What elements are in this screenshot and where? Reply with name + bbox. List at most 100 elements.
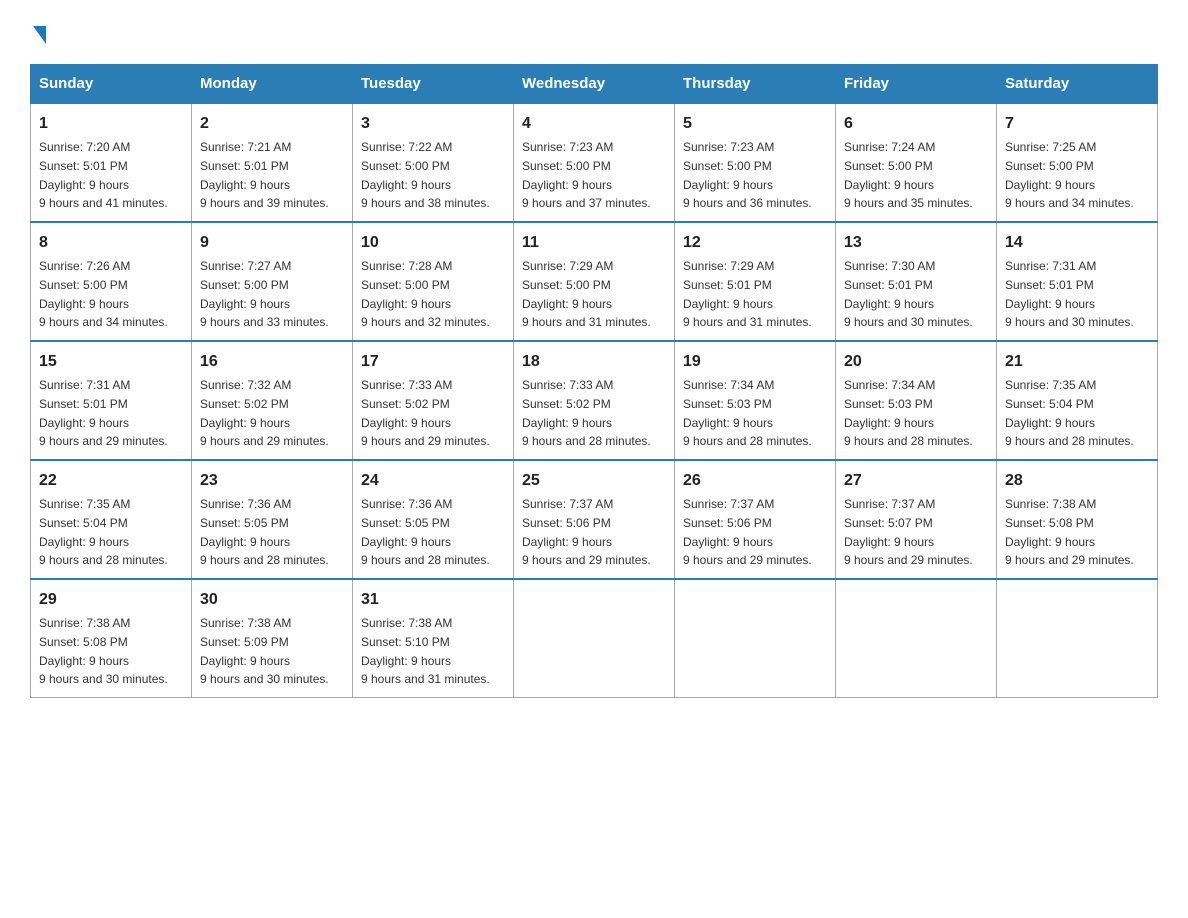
header-cell-thursday: Thursday bbox=[675, 65, 836, 104]
header-cell-saturday: Saturday bbox=[997, 65, 1158, 104]
week-row-3: 15 Sunrise: 7:31 AMSunset: 5:01 PMDayligh… bbox=[31, 341, 1158, 460]
day-cell: 13 Sunrise: 7:30 AMSunset: 5:01 PMDayligh… bbox=[836, 222, 997, 341]
day-cell: 30 Sunrise: 7:38 AMSunset: 5:09 PMDayligh… bbox=[192, 579, 353, 698]
day-cell: 22Sunrise: 7:35 AMSunset: 5:04 PMDayligh… bbox=[31, 460, 192, 579]
day-info: Sunrise: 7:34 AMSunset: 5:03 PMDaylight:… bbox=[844, 378, 973, 448]
calendar-header: SundayMondayTuesdayWednesdayThursdayFrid… bbox=[31, 65, 1158, 104]
day-info: Sunrise: 7:38 AMSunset: 5:10 PMDaylight:… bbox=[361, 616, 490, 686]
day-info: Sunrise: 7:37 AMSunset: 5:07 PMDaylight:… bbox=[844, 497, 973, 567]
day-info: Sunrise: 7:38 AMSunset: 5:08 PMDaylight:… bbox=[1005, 497, 1134, 567]
day-cell: 21 Sunrise: 7:35 AMSunset: 5:04 PMDayligh… bbox=[997, 341, 1158, 460]
day-number: 23 bbox=[200, 469, 344, 493]
day-number: 3 bbox=[361, 112, 505, 136]
day-info: Sunrise: 7:35 AMSunset: 5:04 PMDaylight:… bbox=[1005, 378, 1134, 448]
day-cell: 28 Sunrise: 7:38 AMSunset: 5:08 PMDayligh… bbox=[997, 460, 1158, 579]
day-cell: 12 Sunrise: 7:29 AMSunset: 5:01 PMDayligh… bbox=[675, 222, 836, 341]
day-info: Sunrise: 7:33 AMSunset: 5:02 PMDaylight:… bbox=[361, 378, 490, 448]
day-cell: 4 Sunrise: 7:23 AMSunset: 5:00 PMDaylight… bbox=[514, 103, 675, 222]
day-cell: 15 Sunrise: 7:31 AMSunset: 5:01 PMDayligh… bbox=[31, 341, 192, 460]
day-cell: 26 Sunrise: 7:37 AMSunset: 5:06 PMDayligh… bbox=[675, 460, 836, 579]
header-cell-tuesday: Tuesday bbox=[353, 65, 514, 104]
day-cell: 14Sunrise: 7:31 AMSunset: 5:01 PMDayligh… bbox=[997, 222, 1158, 341]
day-number: 2 bbox=[200, 112, 344, 136]
day-info: Sunrise: 7:31 AMSunset: 5:01 PMDaylight:… bbox=[1005, 259, 1134, 329]
day-info: Sunrise: 7:24 AMSunset: 5:00 PMDaylight:… bbox=[844, 140, 973, 210]
day-cell: 3 Sunrise: 7:22 AMSunset: 5:00 PMDaylight… bbox=[353, 103, 514, 222]
day-cell: 5Sunrise: 7:23 AMSunset: 5:00 PMDaylight… bbox=[675, 103, 836, 222]
day-cell: 8Sunrise: 7:26 AMSunset: 5:00 PMDaylight… bbox=[31, 222, 192, 341]
day-cell: 17Sunrise: 7:33 AMSunset: 5:02 PMDayligh… bbox=[353, 341, 514, 460]
day-number: 15 bbox=[39, 350, 183, 374]
day-number: 19 bbox=[683, 350, 827, 374]
day-number: 12 bbox=[683, 231, 827, 255]
day-cell: 7Sunrise: 7:25 AMSunset: 5:00 PMDaylight… bbox=[997, 103, 1158, 222]
week-row-5: 29 Sunrise: 7:38 AMSunset: 5:08 PMDayligh… bbox=[31, 579, 1158, 698]
day-info: Sunrise: 7:37 AMSunset: 5:06 PMDaylight:… bbox=[683, 497, 812, 567]
day-cell: 10Sunrise: 7:28 AMSunset: 5:00 PMDayligh… bbox=[353, 222, 514, 341]
day-number: 30 bbox=[200, 588, 344, 612]
day-info: Sunrise: 7:31 AMSunset: 5:01 PMDaylight:… bbox=[39, 378, 168, 448]
day-number: 4 bbox=[522, 112, 666, 136]
day-number: 9 bbox=[200, 231, 344, 255]
day-number: 24 bbox=[361, 469, 505, 493]
day-cell: 23 Sunrise: 7:36 AMSunset: 5:05 PMDayligh… bbox=[192, 460, 353, 579]
day-number: 16 bbox=[200, 350, 344, 374]
day-number: 22 bbox=[39, 469, 183, 493]
day-cell bbox=[675, 579, 836, 698]
day-cell: 29 Sunrise: 7:38 AMSunset: 5:08 PMDayligh… bbox=[31, 579, 192, 698]
day-cell: 18 Sunrise: 7:33 AMSunset: 5:02 PMDayligh… bbox=[514, 341, 675, 460]
week-row-4: 22Sunrise: 7:35 AMSunset: 5:04 PMDayligh… bbox=[31, 460, 1158, 579]
day-number: 11 bbox=[522, 231, 666, 255]
day-number: 8 bbox=[39, 231, 183, 255]
header-cell-monday: Monday bbox=[192, 65, 353, 104]
week-row-1: 1Sunrise: 7:20 AMSunset: 5:01 PMDaylight… bbox=[31, 103, 1158, 222]
day-info: Sunrise: 7:21 AMSunset: 5:01 PMDaylight:… bbox=[200, 140, 329, 210]
day-info: Sunrise: 7:34 AMSunset: 5:03 PMDaylight:… bbox=[683, 378, 812, 448]
day-cell: 20 Sunrise: 7:34 AMSunset: 5:03 PMDayligh… bbox=[836, 341, 997, 460]
day-number: 21 bbox=[1005, 350, 1149, 374]
day-info: Sunrise: 7:23 AMSunset: 5:00 PMDaylight:… bbox=[522, 140, 651, 210]
day-cell bbox=[997, 579, 1158, 698]
day-info: Sunrise: 7:29 AMSunset: 5:01 PMDaylight:… bbox=[683, 259, 812, 329]
day-info: Sunrise: 7:22 AMSunset: 5:00 PMDaylight:… bbox=[361, 140, 490, 210]
day-number: 5 bbox=[683, 112, 827, 136]
day-cell: 1Sunrise: 7:20 AMSunset: 5:01 PMDaylight… bbox=[31, 103, 192, 222]
day-info: Sunrise: 7:37 AMSunset: 5:06 PMDaylight:… bbox=[522, 497, 651, 567]
day-info: Sunrise: 7:30 AMSunset: 5:01 PMDaylight:… bbox=[844, 259, 973, 329]
day-cell: 31 Sunrise: 7:38 AMSunset: 5:10 PMDayligh… bbox=[353, 579, 514, 698]
day-info: Sunrise: 7:36 AMSunset: 5:05 PMDaylight:… bbox=[361, 497, 490, 567]
calendar-table: SundayMondayTuesdayWednesdayThursdayFrid… bbox=[30, 64, 1158, 698]
day-number: 27 bbox=[844, 469, 988, 493]
header-row: SundayMondayTuesdayWednesdayThursdayFrid… bbox=[31, 65, 1158, 104]
header-cell-sunday: Sunday bbox=[31, 65, 192, 104]
day-number: 26 bbox=[683, 469, 827, 493]
day-number: 20 bbox=[844, 350, 988, 374]
header bbox=[30, 20, 1158, 44]
week-row-2: 8Sunrise: 7:26 AMSunset: 5:00 PMDaylight… bbox=[31, 222, 1158, 341]
day-number: 25 bbox=[522, 469, 666, 493]
header-cell-wednesday: Wednesday bbox=[514, 65, 675, 104]
logo bbox=[30, 20, 46, 44]
day-number: 28 bbox=[1005, 469, 1149, 493]
day-info: Sunrise: 7:36 AMSunset: 5:05 PMDaylight:… bbox=[200, 497, 329, 567]
calendar-body: 1Sunrise: 7:20 AMSunset: 5:01 PMDaylight… bbox=[31, 103, 1158, 698]
day-number: 18 bbox=[522, 350, 666, 374]
header-cell-friday: Friday bbox=[836, 65, 997, 104]
day-cell: 25 Sunrise: 7:37 AMSunset: 5:06 PMDayligh… bbox=[514, 460, 675, 579]
day-info: Sunrise: 7:38 AMSunset: 5:08 PMDaylight:… bbox=[39, 616, 168, 686]
day-cell: 11Sunrise: 7:29 AMSunset: 5:00 PMDayligh… bbox=[514, 222, 675, 341]
day-number: 29 bbox=[39, 588, 183, 612]
day-info: Sunrise: 7:32 AMSunset: 5:02 PMDaylight:… bbox=[200, 378, 329, 448]
day-info: Sunrise: 7:38 AMSunset: 5:09 PMDaylight:… bbox=[200, 616, 329, 686]
day-info: Sunrise: 7:33 AMSunset: 5:02 PMDaylight:… bbox=[522, 378, 651, 448]
day-cell bbox=[514, 579, 675, 698]
day-cell: 6Sunrise: 7:24 AMSunset: 5:00 PMDaylight… bbox=[836, 103, 997, 222]
day-cell: 19 Sunrise: 7:34 AMSunset: 5:03 PMDayligh… bbox=[675, 341, 836, 460]
day-number: 31 bbox=[361, 588, 505, 612]
day-cell: 24 Sunrise: 7:36 AMSunset: 5:05 PMDayligh… bbox=[353, 460, 514, 579]
day-info: Sunrise: 7:20 AMSunset: 5:01 PMDaylight:… bbox=[39, 140, 168, 210]
day-info: Sunrise: 7:27 AMSunset: 5:00 PMDaylight:… bbox=[200, 259, 329, 329]
day-info: Sunrise: 7:25 AMSunset: 5:00 PMDaylight:… bbox=[1005, 140, 1134, 210]
logo-arrow-icon bbox=[33, 26, 46, 44]
day-number: 13 bbox=[844, 231, 988, 255]
